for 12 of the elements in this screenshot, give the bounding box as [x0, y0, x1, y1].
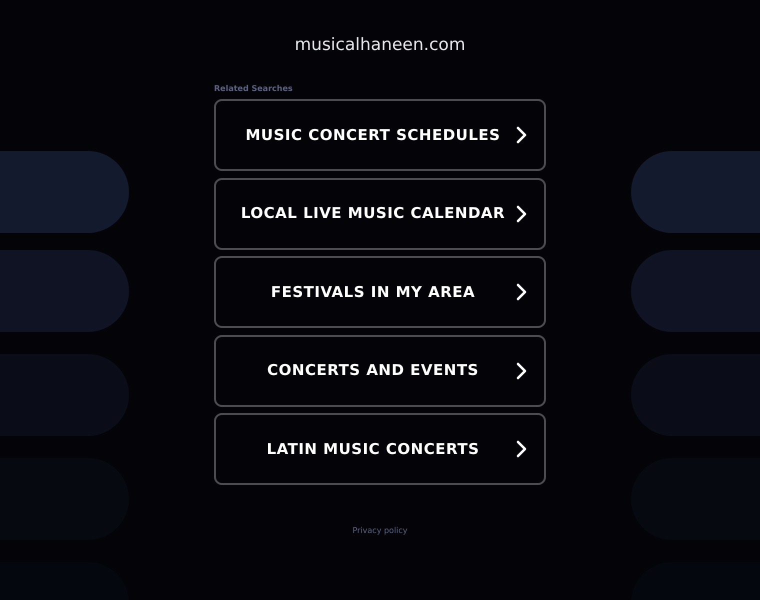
chevron-right-icon	[516, 283, 528, 301]
related-search-link[interactable]: LOCAL LIVE MUSIC CALENDAR	[214, 178, 546, 250]
chevron-right-icon	[516, 204, 528, 222]
related-search-link[interactable]: CONCERTS AND EVENTS	[214, 334, 546, 406]
related-search-link[interactable]: MUSIC CONCERT SCHEDULES	[214, 99, 546, 171]
site-domain: musicalhaneen.com	[294, 34, 466, 57]
related-search-link[interactable]: LATIN MUSIC CONCERTS	[214, 413, 546, 485]
chevron-right-icon	[516, 126, 528, 144]
related-search-link[interactable]: FESTIVALS IN MY AREA	[214, 256, 546, 328]
chevron-right-icon	[516, 362, 528, 380]
related-searches-heading: Related Searches	[214, 84, 294, 94]
chevron-right-icon	[516, 440, 528, 458]
